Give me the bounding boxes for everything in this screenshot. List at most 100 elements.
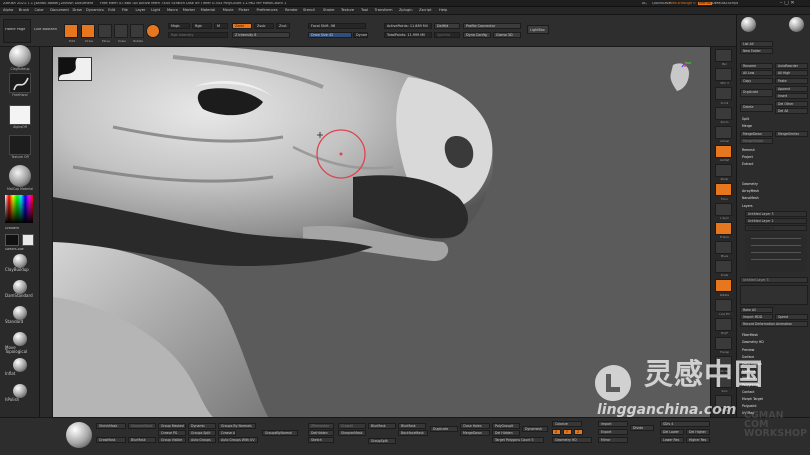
del-all-button[interactable]: Del All xyxy=(775,108,808,114)
layer-name-field[interactable]: Untitled Layer 3 xyxy=(740,277,808,283)
color-picker[interactable] xyxy=(5,195,33,223)
rgb-toggle[interactable]: Rgb xyxy=(192,23,212,29)
brush-slot-4[interactable]: Move Topological xyxy=(5,332,35,354)
append-button[interactable]: Append xyxy=(775,86,808,92)
shelf-move-button[interactable]: Move xyxy=(715,241,732,258)
edit-button[interactable]: Edit xyxy=(64,24,78,43)
merge-menu[interactable]: Merge xyxy=(740,124,808,130)
del-hidden-2-button[interactable]: Del Hidden xyxy=(492,430,520,436)
merge-visible-button[interactable]: MergeVisible xyxy=(740,138,773,144)
see-through-slider[interactable]: See-through 0 xyxy=(670,2,696,6)
polygroupit-button[interactable]: PolyGroupIt xyxy=(492,423,520,429)
shelf-line-fill-button[interactable]: Line Fill xyxy=(715,298,732,315)
menu-material[interactable]: Material xyxy=(201,8,216,13)
quicksave-button[interactable]: QuickSave xyxy=(652,2,671,6)
main-color-swatch[interactable] xyxy=(5,234,19,246)
import-button[interactable]: Import xyxy=(598,421,628,427)
zcut-toggle[interactable]: Zcut xyxy=(276,23,290,29)
zadd-toggle[interactable]: Zadd xyxy=(232,23,252,29)
blur-mask-button[interactable]: BlurMask xyxy=(128,437,156,443)
preview-menu[interactable]: Preview xyxy=(740,348,808,354)
duplicate-button[interactable]: Duplicate xyxy=(740,89,773,97)
speed-slider[interactable]: Speed xyxy=(775,314,808,320)
shelf-rotate-button[interactable]: Rotate xyxy=(715,279,732,296)
zremesher-button[interactable]: ZRemesher xyxy=(308,423,334,429)
extract-menu[interactable]: Extract xyxy=(740,162,808,168)
dynamic-toggle[interactable]: Dynamic xyxy=(353,32,368,38)
menu-zplugin[interactable]: Zplugin xyxy=(399,8,413,13)
export-button[interactable]: Export xyxy=(598,429,628,435)
layer-controls[interactable] xyxy=(740,285,808,305)
polypaint-menu[interactable]: Polypaint xyxy=(740,404,808,410)
group-visible-button[interactable]: Group Visible xyxy=(158,437,186,443)
brush-slot-2[interactable]: DamStandard xyxy=(5,280,35,298)
project-menu[interactable]: Project xyxy=(740,155,808,161)
menu-marker[interactable]: Marker xyxy=(183,8,195,13)
material-preview-sphere[interactable] xyxy=(66,422,92,448)
groups-by-normal-button[interactable]: GroupsByNormal xyxy=(262,430,298,436)
alpha-slot[interactable]: AlphaOff xyxy=(5,105,35,129)
all-low-button[interactable]: All Low xyxy=(740,70,773,76)
scale-button[interactable]: Scale xyxy=(114,24,128,43)
secondary-color-swatch[interactable] xyxy=(22,234,34,246)
draw-size-slider[interactable]: Draw Size 42 xyxy=(308,32,352,38)
move-button[interactable]: Move xyxy=(98,24,112,43)
split-menu[interactable]: Split xyxy=(740,117,808,123)
mirror-y-button[interactable]: Y xyxy=(563,429,572,435)
menu-help[interactable]: Help xyxy=(439,8,447,13)
merge-similar-button[interactable]: MergeSimilar xyxy=(775,131,808,137)
divide-button[interactable]: Divide xyxy=(630,425,654,431)
navigation-head-icon[interactable] xyxy=(665,59,693,93)
shelf-bpr-button[interactable]: Bpr xyxy=(715,49,732,66)
mrgb-toggle[interactable]: Mrgb xyxy=(168,23,190,29)
menu-dynamics[interactable]: Dynamics xyxy=(86,8,104,13)
profile-connector-button[interactable]: Profile Connector xyxy=(463,23,521,29)
shelf-scale-button[interactable]: Scale xyxy=(715,260,732,277)
shelf-polyf-button[interactable]: PolyF xyxy=(715,317,732,334)
crease-all-button[interactable]: Crease All xyxy=(218,430,236,436)
arraymesh-menu[interactable]: ArrayMesh xyxy=(740,189,808,195)
backface-mask-button[interactable]: BackfaceMask xyxy=(398,430,428,436)
menu-texture[interactable]: Texture xyxy=(341,8,354,13)
geometry-hd-menu[interactable]: Geometry HD xyxy=(740,340,808,346)
fibermesh-menu[interactable]: FiberMesh xyxy=(740,333,808,339)
colorize-button[interactable]: Colorize xyxy=(552,421,582,427)
rotate-button[interactable]: Rotate xyxy=(130,24,144,43)
menu-document[interactable]: Document xyxy=(50,8,69,13)
merge-down-button[interactable]: MergeDown xyxy=(740,131,773,137)
live-boolean-button[interactable]: Live Boolean xyxy=(34,28,57,32)
stencil-preview[interactable] xyxy=(58,57,92,81)
layer-item-3[interactable]: Untitled Layer 3 xyxy=(745,211,807,217)
grow-all-button[interactable]: GrowAll xyxy=(338,423,366,429)
shrink-mask-button[interactable]: ShrinkMask xyxy=(96,423,126,429)
material-slot[interactable]: MatCap Material xyxy=(5,165,35,191)
delete-button[interactable]: Delete xyxy=(740,104,773,112)
menu-color[interactable]: Color xyxy=(35,8,44,13)
menu-movie[interactable]: Movie xyxy=(223,8,234,13)
focal-shift-slider[interactable]: Focal Shift -96 xyxy=(308,23,366,29)
rename-button[interactable]: Rename xyxy=(740,63,773,69)
menu-file[interactable]: File xyxy=(122,8,128,13)
menu-layer[interactable]: Layer xyxy=(135,8,145,13)
lower-res-button[interactable]: Lower Res xyxy=(660,437,684,443)
insert-button[interactable]: Insert xyxy=(775,93,808,99)
crease-pg-button[interactable]: Crease PG xyxy=(158,430,186,436)
shelf-floor-button[interactable]: Floor xyxy=(715,183,732,200)
bake-all-button[interactable]: Bake All xyxy=(740,307,773,313)
del-hidden-button[interactable]: DelHidden xyxy=(308,430,334,436)
grow-mask-button[interactable]: GrowMask xyxy=(96,437,126,443)
sdiv-slider[interactable]: SDiv 4 xyxy=(660,421,710,427)
default-script-button[interactable]: DefaultZScript xyxy=(712,2,738,6)
morph-target-menu[interactable]: Morph Target xyxy=(740,397,808,403)
layer-item-2[interactable]: Untitled Layer 2 xyxy=(745,218,807,224)
texture-slot[interactable]: Texture Off xyxy=(5,135,35,159)
splithid-button[interactable]: SplitHid xyxy=(434,32,460,38)
merge-down-bottom-button[interactable]: MergeDown xyxy=(460,430,490,436)
delhid-button[interactable]: DelHid xyxy=(434,23,460,29)
shelf-scroll-button[interactable]: Scroll xyxy=(715,87,732,104)
mirror-button[interactable]: Mirror xyxy=(598,437,628,443)
gizmo-3d-button[interactable]: Gizmo 3D xyxy=(493,32,521,38)
menu-edit[interactable]: Edit xyxy=(108,8,115,13)
mirror-x-button[interactable]: X xyxy=(552,429,561,435)
window-controls[interactable]: – ▢ ✕ xyxy=(780,1,795,6)
